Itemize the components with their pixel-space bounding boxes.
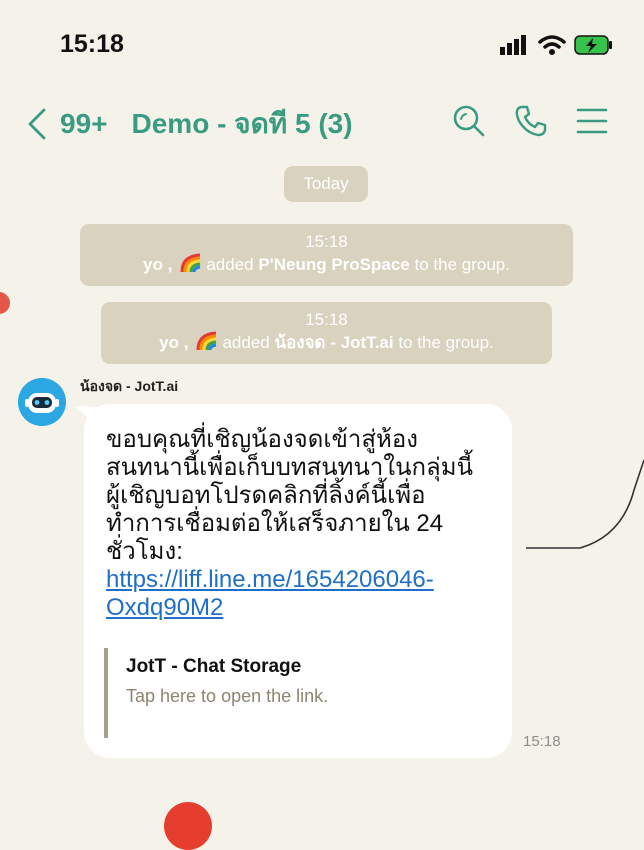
red-marker <box>164 802 212 850</box>
message-line: ขอบคุณที่เชิญน้องจดเข้าสู่ห้อง <box>106 426 419 453</box>
message-bubble[interactable]: ขอบคุณที่เชิญน้องจดเข้าสู่ห้อง สนทนานี้เ… <box>84 404 512 758</box>
link-preview-title: JotT - Chat Storage <box>126 656 302 677</box>
message-line: ทำการเชื่อมต่อให้เสร็จภายใน 24 <box>106 510 444 537</box>
message-timestamp: 15:18 <box>523 733 561 750</box>
robot-avatar-icon <box>18 378 66 426</box>
link-preview-subtitle: Tap here to open the link. <box>126 686 329 706</box>
message-line: สนทนานี้เพื่อเก็บบทสนทนาในกลุ่มนี้ <box>106 454 473 481</box>
message-line: ชั่วโมง: <box>106 538 183 565</box>
message-line: ผู้เชิญบอทโปรดคลิกที่ลิ้งค์นี้เพื่อ <box>106 482 426 509</box>
message-text: ขอบคุณที่เชิญน้องจดเข้าสู่ห้อง สนทนานี้เ… <box>106 426 506 622</box>
sender-name: น้องจด - JotT.ai <box>80 378 179 394</box>
message-link[interactable]: https://liff.line.me/1654206046- Oxdq90M… <box>106 566 506 622</box>
avatar[interactable] <box>18 378 66 426</box>
link-preview[interactable]: JotT - Chat Storage Tap here to open the… <box>104 648 328 738</box>
